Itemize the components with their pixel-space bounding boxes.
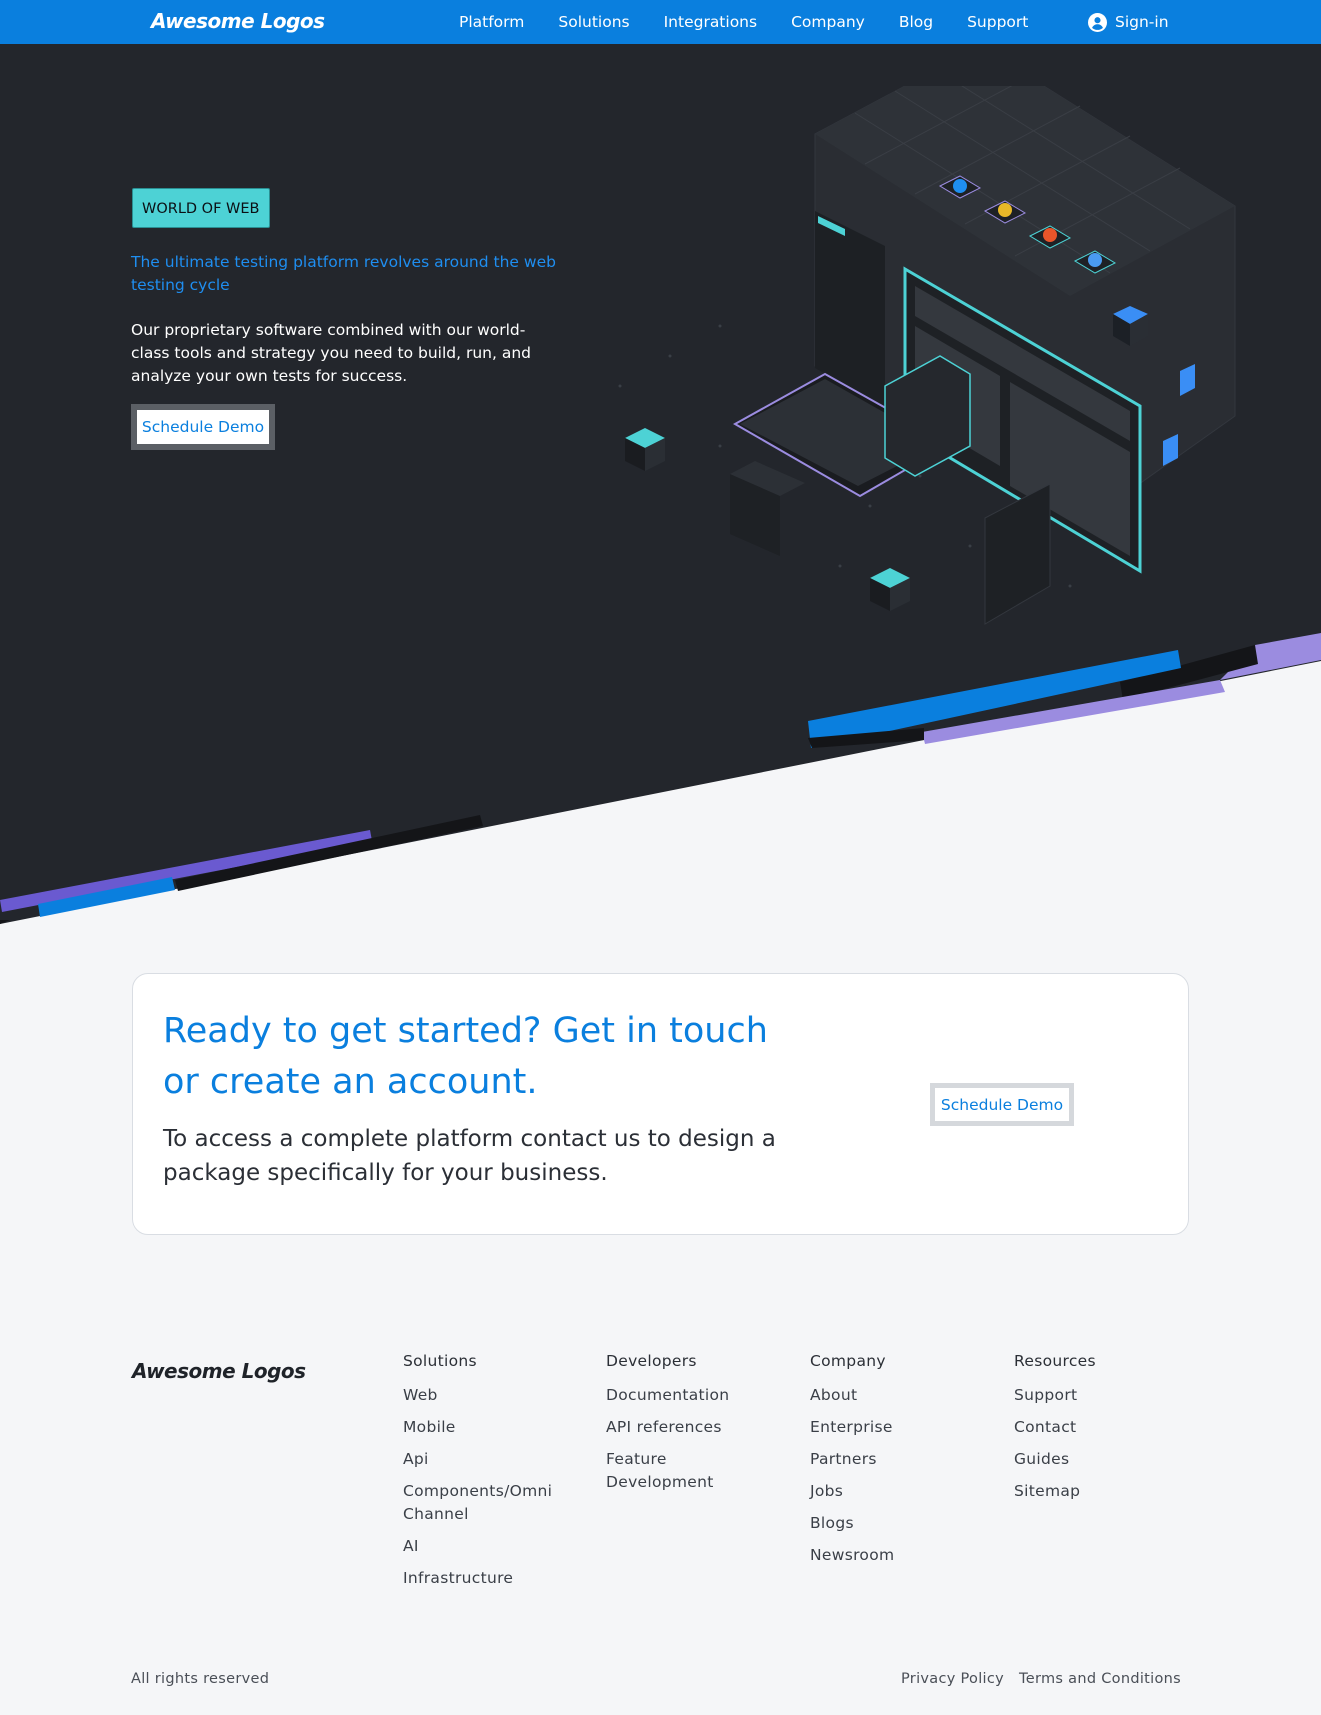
copyright-text: All rights reserved	[131, 1671, 270, 1687]
schedule-demo-button[interactable]: Schedule Demo	[131, 404, 275, 450]
footer-link-support[interactable]: Support	[1014, 1384, 1199, 1407]
footer-link-jobs[interactable]: Jobs	[810, 1480, 995, 1503]
cta-title: Ready to get started? Get in touch or cr…	[163, 1011, 768, 1102]
footer-link-newsroom[interactable]: Newsroom	[810, 1544, 995, 1567]
cta-description: To access a complete platform contact us…	[163, 1126, 776, 1186]
user-circle-icon	[1088, 12, 1107, 32]
footer-column-title: Developers	[606, 1352, 697, 1370]
nav-link-platform[interactable]: Platform	[459, 13, 524, 31]
top-nav: Awesome Logos Platform Solutions Integra…	[0, 0, 1321, 44]
cta-card: Ready to get started? Get in touch or cr…	[132, 973, 1189, 1235]
hero-tagline: The ultimate testing platform revolves a…	[131, 253, 556, 294]
footer-link-web[interactable]: Web	[403, 1384, 588, 1407]
footer-link-feature-development[interactable]: Feature Development	[606, 1448, 746, 1494]
footer-link-enterprise[interactable]: Enterprise	[810, 1416, 995, 1439]
footer-link-blogs[interactable]: Blogs	[810, 1512, 995, 1535]
footer-link-api[interactable]: Api	[403, 1448, 588, 1471]
footer-logo[interactable]: Awesome Logos	[132, 1359, 306, 1383]
footer-link-mobile[interactable]: Mobile	[403, 1416, 588, 1439]
cta-schedule-demo-button[interactable]: Schedule Demo	[930, 1083, 1074, 1126]
footer-link-about[interactable]: About	[810, 1384, 995, 1407]
hero-section: WORLD OF WEB The ultimate testing platfo…	[0, 44, 1321, 924]
footer-link-components[interactable]: Components/Omni Channel	[403, 1480, 588, 1526]
hero-description: Our proprietary software combined with o…	[131, 321, 531, 385]
hero-badge: WORLD OF WEB	[132, 188, 270, 228]
footer-link-api-references[interactable]: API references	[606, 1416, 791, 1439]
nav-links: Platform Solutions Integrations Company …	[459, 0, 1062, 44]
isometric-web-platform-illustration	[618, 86, 1236, 625]
footer-link-sitemap[interactable]: Sitemap	[1014, 1480, 1199, 1503]
footer-link-contact[interactable]: Contact	[1014, 1416, 1199, 1439]
brand-logo[interactable]: Awesome Logos	[151, 9, 325, 33]
footer-link-partners[interactable]: Partners	[810, 1448, 995, 1471]
footer-link-documentation[interactable]: Documentation	[606, 1384, 791, 1407]
footer-column-title: Solutions	[403, 1352, 477, 1370]
footer-link-ai[interactable]: AI	[403, 1535, 588, 1558]
nav-link-integrations[interactable]: Integrations	[664, 13, 757, 31]
legal-links: Privacy Policy Terms and Conditions	[886, 1671, 1181, 1687]
signin-label: Sign-in	[1115, 13, 1169, 31]
footer-link-guides[interactable]: Guides	[1014, 1448, 1199, 1471]
nav-link-support[interactable]: Support	[967, 13, 1028, 31]
footer-column-title: Company	[810, 1352, 886, 1370]
terms-link[interactable]: Terms and Conditions	[1019, 1671, 1181, 1687]
nav-link-solutions[interactable]: Solutions	[558, 13, 629, 31]
footer-column-resources: Resources Support Contact Guides Sitemap	[1014, 1352, 1199, 1512]
footer-column-solutions: Solutions Web Mobile Api Components/Omni…	[403, 1352, 588, 1599]
footer-column-developers: Developers Documentation API references …	[606, 1352, 791, 1503]
nav-link-company[interactable]: Company	[791, 13, 865, 31]
footer-link-infrastructure[interactable]: Infrastructure	[403, 1567, 588, 1590]
privacy-policy-link[interactable]: Privacy Policy	[901, 1671, 1004, 1687]
signin-link[interactable]: Sign-in	[1088, 0, 1169, 44]
nav-link-blog[interactable]: Blog	[899, 13, 933, 31]
footer-column-title: Resources	[1014, 1352, 1096, 1370]
footer-column-company: Company About Enterprise Partners Jobs B…	[810, 1352, 995, 1576]
